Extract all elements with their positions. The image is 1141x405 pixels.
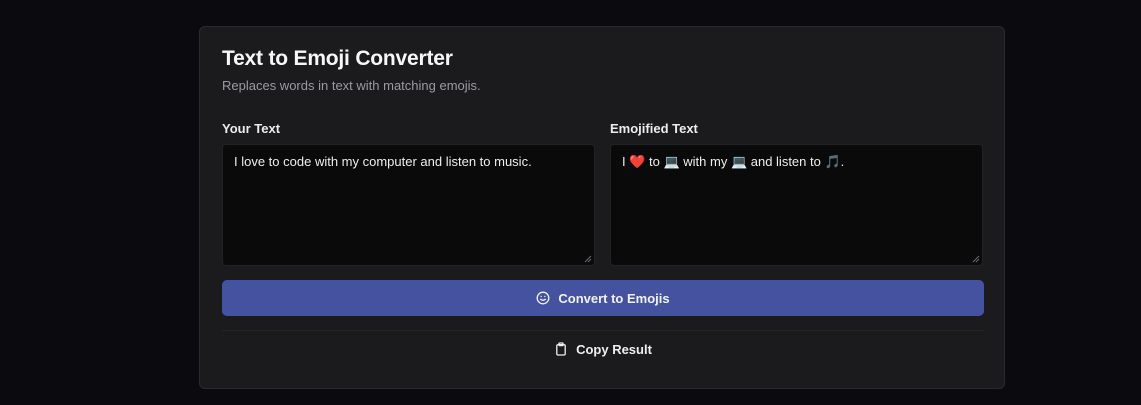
input-text: I love to code with my computer and list… [234, 154, 532, 169]
convert-button-label: Convert to Emojis [558, 290, 670, 306]
input-textarea[interactable]: I love to code with my computer and list… [222, 144, 595, 266]
output-textarea[interactable]: I ❤️ to 💻 with my 💻 and listen to 🎵. [610, 144, 983, 266]
output-column: Emojified Text I ❤️ to 💻 with my 💻 and l… [610, 121, 983, 266]
resize-handle-icon[interactable] [972, 255, 980, 263]
copy-result-button[interactable]: Copy Result [222, 331, 984, 367]
input-column: Your Text I love to code with my compute… [222, 121, 595, 266]
copy-button-label: Copy Result [576, 341, 652, 357]
output-text: I ❤️ to 💻 with my 💻 and listen to 🎵. [622, 154, 845, 169]
clipboard-icon [554, 342, 568, 356]
convert-button[interactable]: Convert to Emojis [222, 280, 984, 316]
input-label: Your Text [222, 121, 281, 136]
output-label: Emojified Text [610, 121, 698, 136]
resize-handle-icon[interactable] [584, 255, 592, 263]
page-title: Text to Emoji Converter [222, 47, 453, 70]
converter-card: Text to Emoji Converter Replaces words i… [199, 26, 1005, 389]
page-subtitle: Replaces words in text with matching emo… [222, 78, 481, 93]
smile-icon [536, 291, 550, 305]
